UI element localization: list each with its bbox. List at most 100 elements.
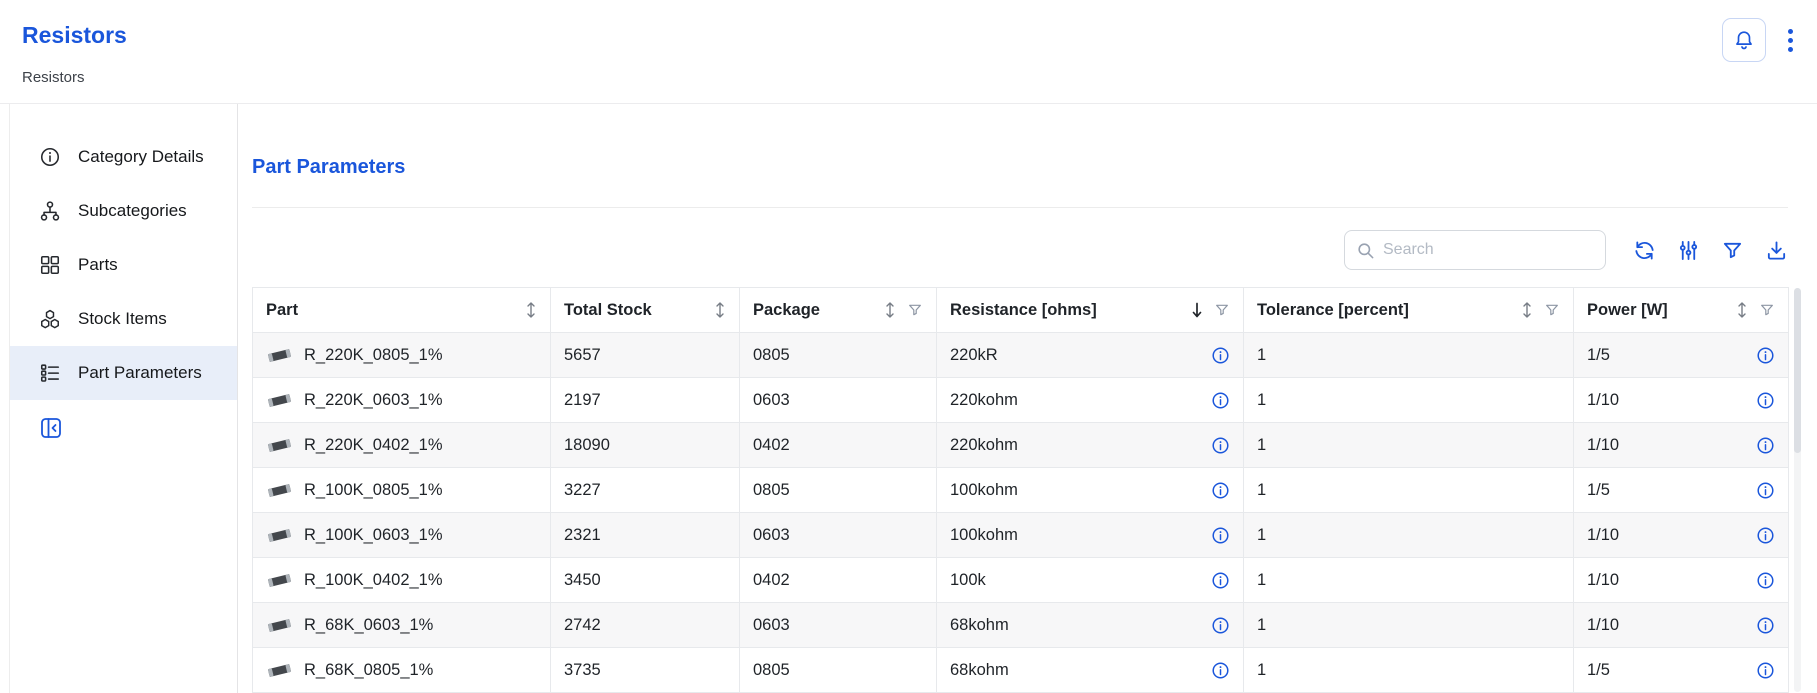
cell-package: 0402 bbox=[740, 558, 937, 603]
cell-power: 1/10 bbox=[1574, 378, 1789, 423]
cell-power: 1/5 bbox=[1574, 648, 1789, 693]
column-header-tolerance[interactable]: Tolerance [percent] bbox=[1244, 288, 1574, 333]
resistance-info-button[interactable] bbox=[1211, 346, 1230, 365]
power-info-button[interactable] bbox=[1756, 571, 1775, 590]
sidebar-item-part-parameters[interactable]: Part Parameters bbox=[10, 346, 237, 400]
package-value: 0603 bbox=[753, 526, 790, 544]
column-settings-button[interactable] bbox=[1677, 239, 1700, 262]
total-stock-value: 3735 bbox=[564, 661, 601, 679]
sort-icon[interactable] bbox=[1736, 301, 1748, 319]
column-filter-icon[interactable] bbox=[1214, 302, 1230, 318]
content-area: Category Details Subcategories Parts Sto… bbox=[9, 104, 1817, 693]
part-name: R_220K_0402_1% bbox=[304, 436, 443, 455]
tolerance-value: 1 bbox=[1257, 526, 1266, 544]
table-row[interactable]: R_220K_0402_1% 18090 0402 220kohm 1 1/10 bbox=[253, 423, 1789, 468]
column-filter-icon[interactable] bbox=[1544, 302, 1560, 318]
list-icon bbox=[39, 362, 61, 384]
info-icon bbox=[1211, 661, 1230, 680]
column-header-total-stock[interactable]: Total Stock bbox=[551, 288, 740, 333]
cell-tolerance: 1 bbox=[1244, 333, 1574, 378]
cell-power: 1/10 bbox=[1574, 513, 1789, 558]
power-value: 1/10 bbox=[1587, 526, 1619, 545]
page-title: Resistors bbox=[22, 24, 1817, 47]
column-filter-icon[interactable] bbox=[907, 302, 923, 318]
search-input[interactable] bbox=[1383, 241, 1594, 259]
column-label: Total Stock bbox=[564, 301, 652, 320]
column-header-package[interactable]: Package bbox=[740, 288, 937, 333]
power-value: 1/5 bbox=[1587, 481, 1610, 500]
resistor-chip-icon bbox=[266, 347, 293, 364]
cell-part: R_220K_0402_1% bbox=[253, 423, 551, 468]
app-header: Resistors Resistors bbox=[0, 0, 1817, 104]
power-value: 1/10 bbox=[1587, 391, 1619, 410]
package-value: 0603 bbox=[753, 616, 790, 634]
total-stock-value: 5657 bbox=[564, 346, 601, 364]
resistance-info-button[interactable] bbox=[1211, 481, 1230, 500]
resistance-info-button[interactable] bbox=[1211, 391, 1230, 410]
power-info-button[interactable] bbox=[1756, 616, 1775, 635]
resistance-value: 100kohm bbox=[950, 526, 1018, 545]
divider bbox=[252, 207, 1788, 208]
cell-power: 1/10 bbox=[1574, 558, 1789, 603]
sort-icon[interactable] bbox=[525, 301, 537, 319]
cell-tolerance: 1 bbox=[1244, 468, 1574, 513]
download-button[interactable] bbox=[1765, 239, 1788, 262]
resistance-info-button[interactable] bbox=[1211, 661, 1230, 680]
column-header-part[interactable]: Part bbox=[253, 288, 551, 333]
resistance-info-button[interactable] bbox=[1211, 526, 1230, 545]
power-info-button[interactable] bbox=[1756, 391, 1775, 410]
column-header-power[interactable]: Power [W] bbox=[1574, 288, 1789, 333]
cell-power: 1/5 bbox=[1574, 468, 1789, 513]
bell-icon bbox=[1733, 29, 1755, 51]
table-row[interactable]: R_68K_0805_1% 3735 0805 68kohm 1 1/5 bbox=[253, 648, 1789, 693]
resistance-info-button[interactable] bbox=[1211, 436, 1230, 455]
boxes-icon bbox=[39, 308, 61, 330]
table-row[interactable]: R_68K_0603_1% 2742 0603 68kohm 1 1/10 bbox=[253, 603, 1789, 648]
refresh-button[interactable] bbox=[1633, 239, 1656, 262]
sidebar-item-label: Subcategories bbox=[78, 201, 187, 221]
resistance-info-button[interactable] bbox=[1211, 616, 1230, 635]
cell-part: R_100K_0603_1% bbox=[253, 513, 551, 558]
notifications-button[interactable] bbox=[1722, 18, 1766, 62]
resistor-chip-icon bbox=[266, 527, 293, 544]
overflow-menu-button[interactable] bbox=[1786, 25, 1795, 56]
breadcrumb[interactable]: Resistors bbox=[22, 69, 1817, 86]
column-filter-icon[interactable] bbox=[1759, 302, 1775, 318]
cell-tolerance: 1 bbox=[1244, 513, 1574, 558]
collapse-sidebar-button[interactable] bbox=[39, 416, 63, 443]
table-row[interactable]: R_100K_0402_1% 3450 0402 100k 1 1/10 bbox=[253, 558, 1789, 603]
power-info-button[interactable] bbox=[1756, 661, 1775, 680]
sidebar-item-stock-items[interactable]: Stock Items bbox=[10, 292, 237, 346]
info-icon bbox=[1211, 391, 1230, 410]
table-toolbar bbox=[252, 230, 1788, 270]
sort-desc-icon[interactable] bbox=[1191, 301, 1203, 319]
table-row[interactable]: R_100K_0805_1% 3227 0805 100kohm 1 1/5 bbox=[253, 468, 1789, 513]
power-info-button[interactable] bbox=[1756, 481, 1775, 500]
sort-icon[interactable] bbox=[714, 301, 726, 319]
sidebar-item-subcategories[interactable]: Subcategories bbox=[10, 184, 237, 238]
table-row[interactable]: R_220K_0603_1% 2197 0603 220kohm 1 1/10 bbox=[253, 378, 1789, 423]
scrollbar-thumb[interactable] bbox=[1794, 288, 1801, 453]
cell-part: R_68K_0603_1% bbox=[253, 603, 551, 648]
kebab-dot bbox=[1788, 29, 1793, 34]
power-value: 1/10 bbox=[1587, 436, 1619, 455]
power-info-button[interactable] bbox=[1756, 436, 1775, 455]
sort-icon[interactable] bbox=[884, 301, 896, 319]
column-header-resistance[interactable]: Resistance [ohms] bbox=[937, 288, 1244, 333]
cell-resistance: 100kohm bbox=[937, 513, 1244, 558]
sidebar-item-category-details[interactable]: Category Details bbox=[10, 130, 237, 184]
refresh-icon bbox=[1633, 239, 1656, 262]
table-row[interactable]: R_100K_0603_1% 2321 0603 100kohm 1 1/10 bbox=[253, 513, 1789, 558]
table-row[interactable]: R_220K_0805_1% 5657 0805 220kR 1 1/5 bbox=[253, 333, 1789, 378]
sidebar-item-parts[interactable]: Parts bbox=[10, 238, 237, 292]
filter-button[interactable] bbox=[1721, 239, 1744, 262]
cell-total-stock: 5657 bbox=[551, 333, 740, 378]
power-info-button[interactable] bbox=[1756, 526, 1775, 545]
sort-icon[interactable] bbox=[1521, 301, 1533, 319]
info-icon bbox=[1756, 616, 1775, 635]
resistance-info-button[interactable] bbox=[1211, 571, 1230, 590]
header-actions bbox=[1722, 18, 1795, 62]
cell-package: 0603 bbox=[740, 603, 937, 648]
tolerance-value: 1 bbox=[1257, 481, 1266, 499]
power-info-button[interactable] bbox=[1756, 346, 1775, 365]
